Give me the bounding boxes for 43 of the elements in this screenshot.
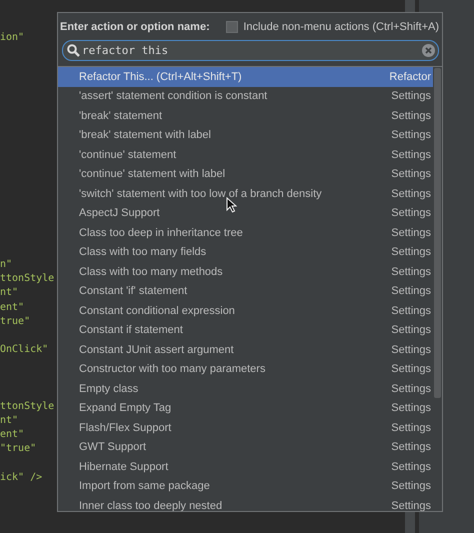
- result-item[interactable]: 'continue' statement Settings: [58, 145, 433, 164]
- result-item[interactable]: AspectJ Support Settings: [58, 204, 433, 223]
- search-field[interactable]: refactor this: [62, 40, 439, 61]
- result-item[interactable]: Import from same package Settings: [58, 476, 433, 496]
- scrollbar-thumb[interactable]: [434, 68, 441, 398]
- result-item[interactable]: Expand Empty Tag Settings: [58, 398, 433, 418]
- code-line: ent": [0, 302, 24, 313]
- clear-icon[interactable]: [422, 44, 435, 57]
- result-item[interactable]: Inner class too deeply nested Settings: [58, 496, 433, 511]
- search-icon: [67, 44, 80, 57]
- result-item[interactable]: Refactor This... (Ctrl+Alt+Shift+T) Refactor: [58, 67, 433, 86]
- result-item[interactable]: Hibernate Support Settings: [58, 457, 433, 476]
- result-item[interactable]: Constant conditional expression Settings: [58, 301, 433, 320]
- prompt-label: Enter action or option name:: [60, 21, 210, 33]
- result-item[interactable]: 'break' statement with label Settings: [58, 126, 433, 145]
- result-item[interactable]: GWT Support Settings: [58, 438, 433, 457]
- result-item[interactable]: 'continue' statement with label Settings: [58, 164, 433, 184]
- result-item[interactable]: Empty class Settings: [58, 379, 433, 398]
- result-item[interactable]: 'assert' statement condition is constant Settings: [58, 86, 433, 106]
- code-line: n": [0, 259, 12, 270]
- result-item[interactable]: Constant 'if' statement Settings: [58, 282, 433, 301]
- code-line: nt": [0, 287, 18, 298]
- code-line: ttonStyle: [0, 400, 54, 412]
- result-item[interactable]: Constant if statement Settings: [58, 320, 433, 340]
- result-item[interactable]: Flash/Flex Support Settings: [58, 418, 433, 438]
- code-line: true": [0, 316, 30, 327]
- result-item[interactable]: Class with too many fields Settings: [58, 242, 433, 262]
- include-checkbox[interactable]: [226, 21, 238, 33]
- result-item[interactable]: 'break' statement Settings: [58, 106, 433, 126]
- result-item[interactable]: 'switch' statement with too low of a branch density Settings: [58, 184, 433, 204]
- result-item[interactable]: Constant JUnit assert argument Settings: [58, 340, 433, 360]
- code-line: OnClick": [0, 344, 48, 356]
- code-line: nt": [0, 415, 18, 426]
- mouse-cursor-icon: [226, 197, 237, 213]
- result-item[interactable]: Class too deep in inheritance tree Settings: [58, 223, 433, 242]
- result-item[interactable]: Constructor with too many parameters Settings: [58, 360, 433, 379]
- code-line: ttonStyle: [0, 273, 54, 284]
- code-line: ick" />: [0, 472, 42, 483]
- code-line: ent": [0, 429, 24, 440]
- code-line: ion": [0, 32, 24, 43]
- code-line: "true": [0, 443, 36, 454]
- result-item[interactable]: Class with too many methods Settings: [58, 262, 433, 282]
- include-option-label[interactable]: Include non-menu actions (Ctrl+Shift+A): [243, 21, 439, 33]
